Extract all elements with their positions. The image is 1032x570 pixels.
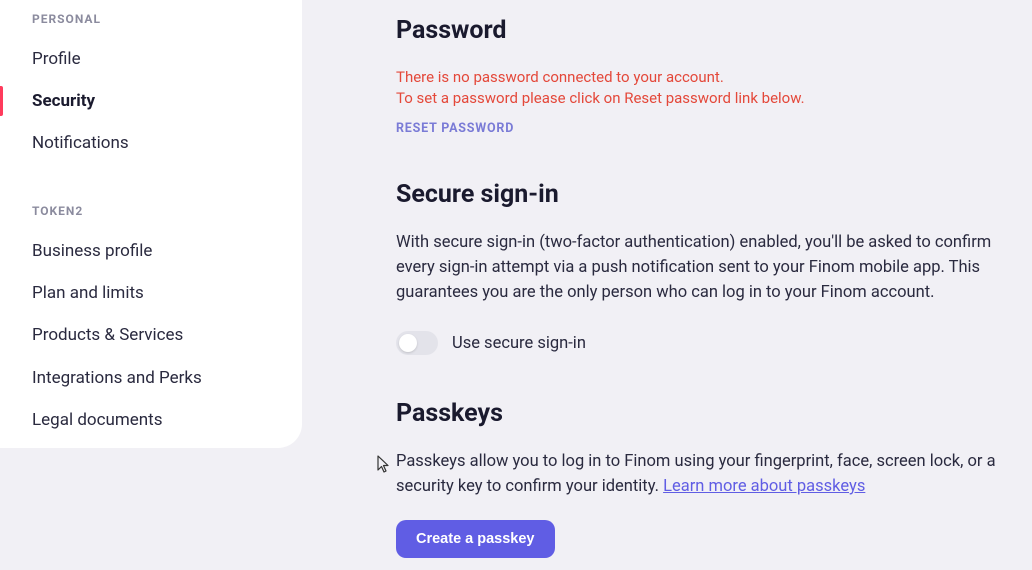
secure-signin-desc: With secure sign-in (two-factor authenti… (396, 231, 1032, 305)
sidebar-section-token2: TOKEN2 (0, 164, 302, 230)
sidebar-item-business-profile[interactable]: Business profile (0, 230, 302, 272)
secure-signin-toggle[interactable] (396, 331, 438, 355)
sidebar-item-label: Products & Services (32, 325, 183, 345)
password-warning-line1: There is no password connected to your a… (396, 68, 724, 86)
learn-more-passkeys-link[interactable]: Learn more about passkeys (663, 477, 865, 496)
password-heading: Password (396, 16, 1032, 45)
reset-password-link[interactable]: RESET PASSWORD (396, 121, 514, 136)
secure-signin-toggle-label: Use secure sign-in (452, 334, 586, 353)
passkeys-heading: Passkeys (396, 399, 1032, 428)
secure-signin-section: Secure sign-in With secure sign-in (two-… (396, 180, 1032, 355)
password-section: Password There is no password connected … (396, 16, 1032, 136)
secure-signin-toggle-row: Use secure sign-in (396, 331, 1032, 355)
sidebar-item-legal-documents[interactable]: Legal documents (0, 399, 302, 441)
sidebar-item-products-services[interactable]: Products & Services (0, 314, 302, 356)
password-warning-line2: To set a password please click on Reset … (396, 89, 805, 107)
password-warning: There is no password connected to your a… (396, 67, 1032, 109)
sidebar-item-plan-limits[interactable]: Plan and limits (0, 272, 302, 314)
passkeys-section: Passkeys Passkeys allow you to log in to… (396, 399, 1032, 558)
sidebar-item-label: Business profile (32, 241, 152, 261)
sidebar-item-label: Integrations and Perks (32, 368, 202, 388)
sidebar-item-label: Profile (32, 49, 81, 69)
secure-signin-heading: Secure sign-in (396, 180, 1032, 209)
sidebar-item-profile[interactable]: Profile (0, 38, 302, 80)
main-content: Password There is no password connected … (302, 0, 1032, 570)
sidebar-item-notifications[interactable]: Notifications (0, 122, 302, 164)
sidebar: PERSONAL Profile Security Notifications … (0, 0, 302, 448)
sidebar-item-label: Notifications (32, 133, 129, 153)
sidebar-item-label: Security (32, 91, 95, 111)
create-passkey-button[interactable]: Create a passkey (396, 520, 555, 558)
sidebar-item-integrations-perks[interactable]: Integrations and Perks (0, 357, 302, 399)
sidebar-item-label: Legal documents (32, 410, 163, 430)
passkeys-desc: Passkeys allow you to log in to Finom us… (396, 450, 1032, 500)
sidebar-item-security[interactable]: Security (0, 80, 302, 122)
sidebar-section-personal: PERSONAL (0, 8, 302, 38)
sidebar-item-label: Plan and limits (32, 283, 144, 303)
